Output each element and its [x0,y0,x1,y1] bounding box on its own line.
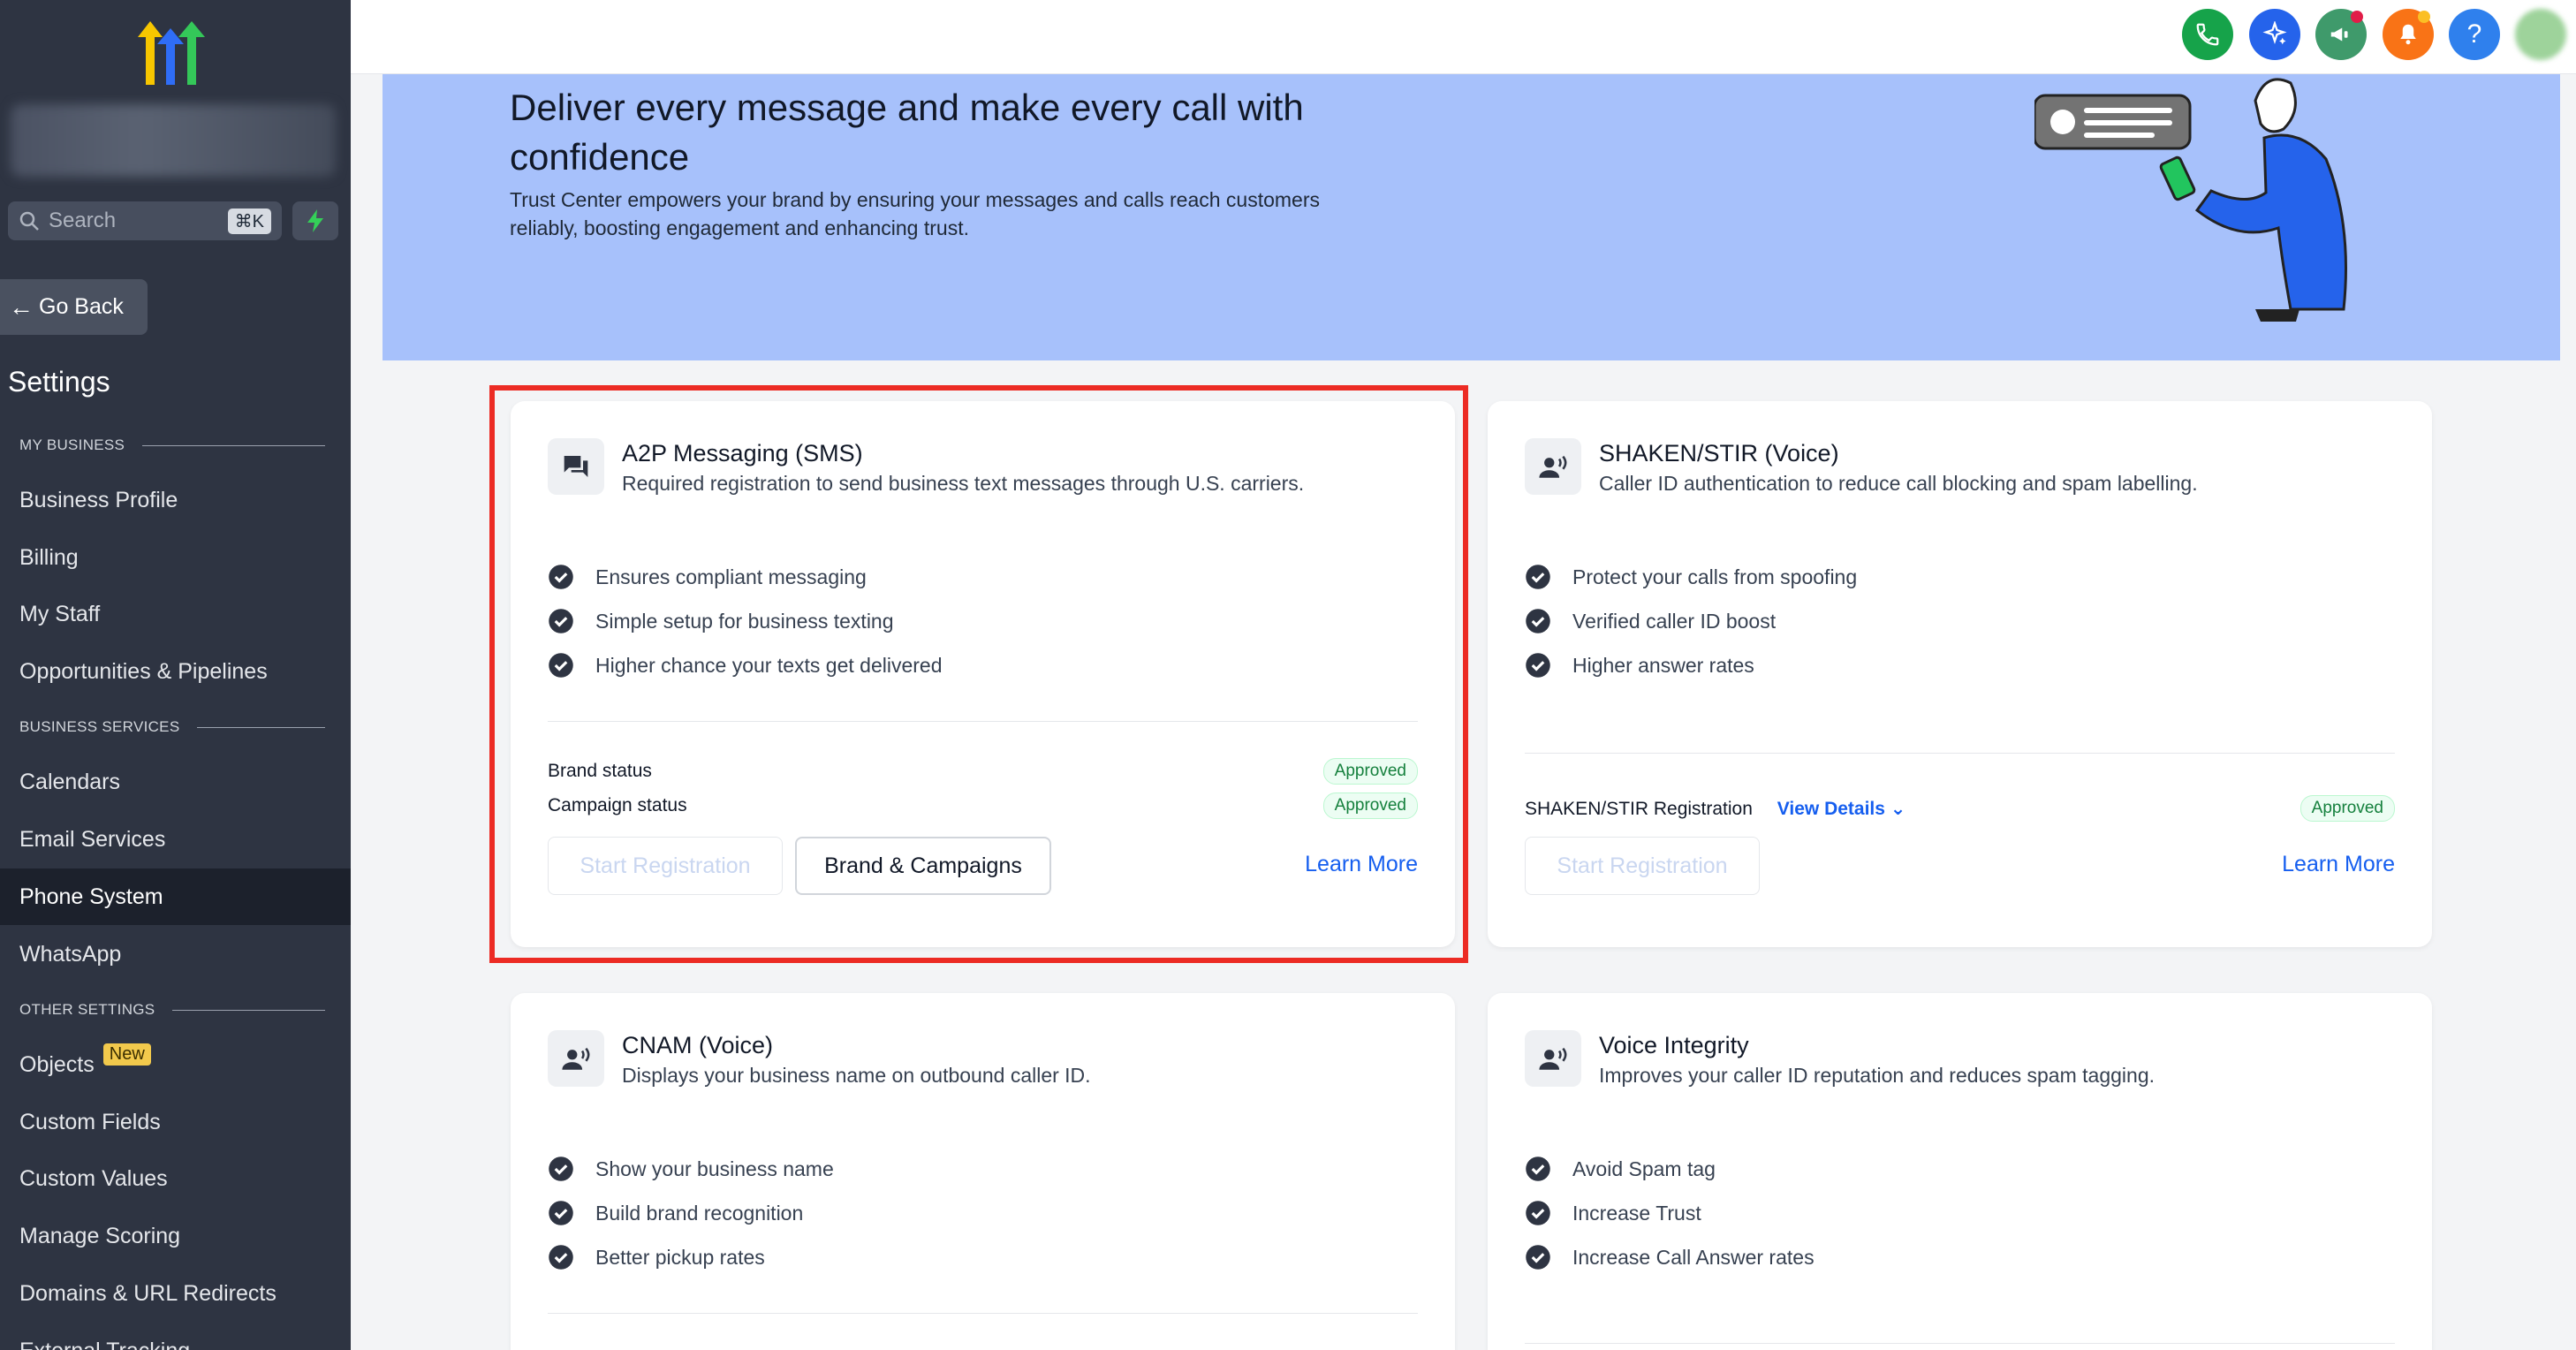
sidebar-item-objects[interactable]: Objects New [0,1036,351,1093]
avatar[interactable] [2515,9,2566,60]
card-subtitle: Displays your business name on outbound … [622,1064,1091,1087]
sidebar-item-billing[interactable]: Billing [0,529,351,586]
voice-user-icon [562,1047,590,1070]
help-button[interactable]: ? [2449,9,2500,60]
top-bar: ? [351,0,2576,74]
hero-title: Deliver every message and make every cal… [510,87,1304,178]
card-title: SHAKEN/STIR (Voice) [1599,440,1839,466]
check-circle-icon [549,1201,573,1225]
view-details-link[interactable]: View Details ⌄ [1777,799,1906,819]
check-circle-icon [1526,1201,1550,1225]
notification-dot [2351,11,2363,23]
bell-icon [2400,24,2416,45]
sidebar-item-opportunities-pipelines[interactable]: Opportunities & Pipelines [0,643,351,700]
card-subtitle: Caller ID authentication to reduce call … [1599,472,2198,495]
card-icon-box [1525,438,1581,495]
check-circle-icon [1526,1157,1550,1181]
sparkle-icon [2262,21,2287,45]
registration-label-group: SHAKEN/STIR Registration View Details ⌄ [1525,798,1905,820]
card-title: Voice Integrity [1599,1032,1749,1058]
check-circle-icon [1526,653,1550,678]
search-input[interactable]: Search ⌘K [8,201,282,240]
card-icon-box [548,1030,604,1087]
ai-assistant-button[interactable] [2249,9,2300,60]
chevron-down-icon: ⌄ [1890,798,1906,819]
hero-description: Trust Center empowers your brand by ensu… [510,188,1321,239]
voice-user-icon [1539,455,1567,478]
feature-item: Build brand recognition [548,1200,803,1226]
sidebar-item-my-staff[interactable]: My Staff [0,586,351,642]
notification-dot [2418,11,2430,23]
hero-illustration [2034,78,2347,322]
shaken-stir-card: SHAKEN/STIR (Voice) Caller ID authentica… [1488,401,2432,947]
feature-item: Higher answer rates [1525,652,1754,679]
feature-item: Increase Trust [1525,1200,1701,1226]
start-registration-button[interactable]: Start Registration [1525,837,1760,895]
card-title: CNAM (Voice) [622,1032,774,1058]
go-back-button[interactable]: ← Go Back [0,279,148,335]
registration-label: SHAKEN/STIR Registration [1525,798,1753,819]
search-icon [19,211,39,231]
sidebar-item-custom-values[interactable]: Custom Values [0,1150,351,1207]
divider [548,1313,1418,1314]
learn-more-link[interactable]: Learn More [2282,852,2395,877]
check-circle-icon [1526,609,1550,633]
sidebar-item-calendars[interactable]: Calendars [0,754,351,810]
search-label: Search [49,209,117,232]
feature-item: Protect your calls from spoofing [1525,564,1857,590]
feature-item: Better pickup rates [548,1244,765,1270]
check-circle-icon [1526,565,1550,589]
sidebar-item-custom-fields[interactable]: Custom Fields [0,1094,351,1150]
arrow-left-icon: ← [9,292,34,321]
voice-user-icon [1539,1047,1567,1070]
divider [1525,753,2395,754]
new-badge: New [102,1043,151,1066]
notifications-button[interactable] [2383,9,2434,60]
divider [1525,1343,2395,1344]
megaphone-icon [2330,27,2348,42]
feature-item: Show your business name [548,1156,834,1182]
sidebar-item-domains-url-redirects[interactable]: Domains & URL Redirects [0,1265,351,1322]
highlight-box [489,385,1468,963]
sidebar-item-email-services[interactable]: Email Services [0,811,351,868]
check-circle-icon [1526,1245,1550,1270]
card-subtitle: Improves your caller ID reputation and r… [1599,1064,2155,1087]
card-icon-box [1525,1030,1581,1087]
sidebar: Search ⌘K ← Go Back Settings MY BUSINESS… [0,0,351,1350]
sidebar-item-manage-scoring[interactable]: Manage Scoring [0,1208,351,1264]
feature-item: Increase Call Answer rates [1525,1244,1815,1270]
go-back-label: Go Back [39,294,124,319]
settings-title: Settings [8,366,110,398]
lightning-icon [307,209,323,232]
search-shortcut: ⌘K [227,208,271,234]
section-header-my-business: MY BUSINESS [19,436,325,454]
phone-icon [2196,23,2219,46]
help-icon: ? [2466,19,2482,49]
phone-button[interactable] [2182,9,2233,60]
voice-integrity-card: Voice Integrity Improves your caller ID … [1488,993,2432,1350]
hero-banner: Deliver every message and make every cal… [383,74,2560,360]
feature-item: Verified caller ID boost [1525,608,1776,634]
sidebar-item-whatsapp[interactable]: WhatsApp [0,926,351,982]
section-header-business-services: BUSINESS SERVICES [19,718,325,736]
check-circle-icon [549,1245,573,1270]
announcements-button[interactable] [2315,9,2367,60]
feature-item: Avoid Spam tag [1525,1156,1716,1182]
sidebar-item-business-profile[interactable]: Business Profile [0,472,351,528]
shaken-registration-row: SHAKEN/STIR Registration View Details ⌄ … [1525,795,2395,822]
sidebar-item-phone-system[interactable]: Phone System [0,868,351,925]
section-header-other-settings: OTHER SETTINGS [19,1001,325,1019]
cnam-card: CNAM (Voice) Displays your business name… [511,993,1455,1350]
check-circle-icon [549,1157,573,1181]
status-badge: Approved [2299,795,2395,822]
quick-action-button[interactable] [292,201,338,240]
app-logo[interactable] [133,18,212,88]
account-switcher[interactable] [11,104,336,177]
sidebar-item-external-tracking[interactable]: External Tracking [0,1323,351,1350]
